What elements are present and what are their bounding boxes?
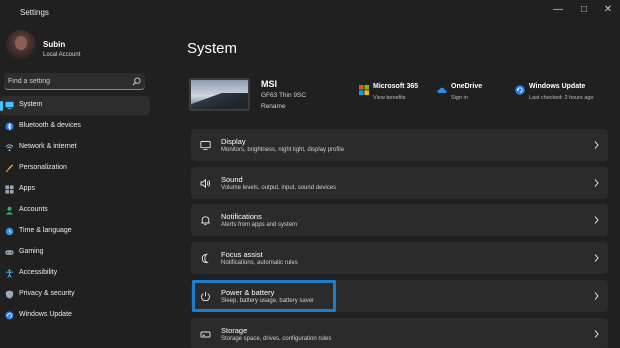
update-icon [515, 85, 525, 95]
apps-icon [5, 185, 14, 194]
quick-link-subtitle: View benefits [373, 95, 406, 101]
card-notifications[interactable]: Notifications Alerts from apps and syste… [191, 204, 608, 236]
card-sound[interactable]: Sound Volume levels, output, input, soun… [191, 167, 608, 199]
sidebar-item-label: Windows Update [19, 311, 72, 318]
main-pane: System MSI GF63 Thin 9SC Rename Microsof… [164, 24, 620, 348]
maximize-button[interactable]: □ [574, 2, 594, 18]
chevron-right-icon [594, 292, 599, 300]
card-title: Notifications [221, 212, 262, 221]
sidebar-item-system[interactable]: System [0, 96, 150, 115]
card-storage[interactable]: Storage Storage space, drives, configura… [191, 318, 608, 348]
quick-link-microsoft-365[interactable]: Microsoft 365 View benefits [359, 82, 439, 106]
sidebar-item-label: System [19, 101, 43, 108]
sidebar-item-accessibility[interactable]: Accessibility [0, 264, 150, 283]
sidebar-item-privacy-security[interactable]: Privacy & security [0, 285, 150, 304]
sidebar-item-personalization[interactable]: Personalization [0, 159, 150, 178]
device-wallpaper-thumbnail [189, 78, 250, 111]
card-subtitle: Alerts from apps and system [221, 222, 298, 228]
chevron-right-icon [594, 179, 599, 187]
card-subtitle: Monitors, brightness, night light, displ… [221, 147, 345, 153]
chevron-right-icon [594, 216, 599, 224]
chevron-right-icon [594, 330, 599, 338]
sidebar: Subin Local Account System Bluetooth & d… [0, 24, 156, 348]
search-icon[interactable] [132, 77, 141, 86]
shield-icon [5, 290, 14, 299]
accessibility-icon [5, 269, 14, 278]
card-title: Display [221, 137, 246, 146]
card-subtitle: Storage space, drives, configuration rul… [221, 336, 332, 342]
card-title: Power & battery [221, 288, 275, 297]
user-profile[interactable]: Subin Local Account [6, 30, 156, 66]
quick-link-subtitle: Last checked: 2 hours ago [529, 95, 594, 101]
sidebar-item-label: Gaming [19, 248, 44, 255]
search-box[interactable] [4, 73, 145, 90]
quick-link-title: Microsoft 365 [373, 83, 419, 90]
title-bar: Settings — □ ✕ [0, 0, 620, 24]
device-model: GF63 Thin 9SC [261, 92, 307, 99]
chevron-right-icon [594, 254, 599, 262]
card-display[interactable]: Display Monitors, brightness, night ligh… [191, 129, 608, 161]
gamepad-icon [5, 250, 14, 255]
avatar [6, 30, 36, 60]
chevron-right-icon [594, 141, 599, 149]
globe-clock-icon [5, 227, 14, 236]
user-name: Subin [43, 40, 66, 49]
sidebar-item-gaming[interactable]: Gaming [0, 243, 150, 262]
sidebar-item-label: Accounts [19, 206, 48, 213]
sidebar-item-label: Time & language [19, 227, 72, 234]
update-icon [5, 311, 14, 320]
sidebar-item-label: Personalization [19, 164, 67, 171]
sidebar-item-apps[interactable]: Apps [0, 180, 150, 199]
account-type: Local Account [43, 52, 81, 58]
window-title: Settings [20, 8, 49, 17]
card-subtitle: Notifications, automatic rules [221, 260, 298, 266]
quick-link-windows-update[interactable]: Windows Update Last checked: 2 hours ago [515, 82, 613, 106]
rename-link[interactable]: Rename [261, 103, 286, 110]
page-title: System [187, 40, 238, 57]
speaker-icon [200, 178, 211, 189]
sidebar-item-accounts[interactable]: Accounts [0, 201, 150, 220]
storage-icon [200, 331, 211, 338]
monitor-icon [5, 101, 14, 110]
sidebar-item-label: Bluetooth & devices [19, 122, 81, 129]
sidebar-item-label: Network & internet [19, 143, 77, 150]
brush-icon [6, 164, 14, 173]
card-subtitle: Volume levels, output, input, sound devi… [221, 185, 337, 191]
display-icon [200, 141, 211, 151]
sidebar-item-label: Apps [19, 185, 35, 192]
sidebar-item-time-language[interactable]: Time & language [0, 222, 150, 241]
microsoft-logo-icon [359, 85, 369, 95]
quick-link-title: OneDrive [451, 83, 483, 90]
card-title: Focus assist [221, 250, 263, 259]
bell-icon [201, 216, 210, 226]
onedrive-cloud-icon [437, 87, 447, 93]
quick-link-title: Windows Update [529, 83, 586, 90]
card-power-battery[interactable]: Power & battery Sleep, battery usage, ba… [191, 280, 608, 312]
device-name: MSI [261, 79, 278, 89]
sidebar-item-bluetooth[interactable]: Bluetooth & devices [0, 117, 150, 136]
card-subtitle: Sleep, battery usage, battery saver [221, 298, 315, 304]
close-button[interactable]: ✕ [598, 2, 618, 18]
power-icon [201, 292, 210, 302]
sidebar-item-network[interactable]: Network & internet [0, 138, 150, 157]
sidebar-item-label: Privacy & security [19, 290, 75, 297]
card-title: Storage [221, 326, 248, 335]
wifi-icon [5, 144, 14, 152]
sidebar-item-windows-update[interactable]: Windows Update [0, 306, 150, 325]
card-focus-assist[interactable]: Focus assist Notifications, automatic ru… [191, 242, 608, 274]
bluetooth-icon [5, 122, 14, 131]
person-icon [5, 206, 14, 215]
minimize-button[interactable]: — [548, 2, 568, 18]
search-input[interactable] [8, 75, 126, 87]
sidebar-item-label: Accessibility [19, 269, 58, 276]
moon-icon [201, 253, 209, 264]
quick-link-subtitle: Sign in [451, 95, 468, 101]
quick-link-onedrive[interactable]: OneDrive Sign in [437, 82, 507, 106]
card-title: Sound [221, 175, 243, 184]
